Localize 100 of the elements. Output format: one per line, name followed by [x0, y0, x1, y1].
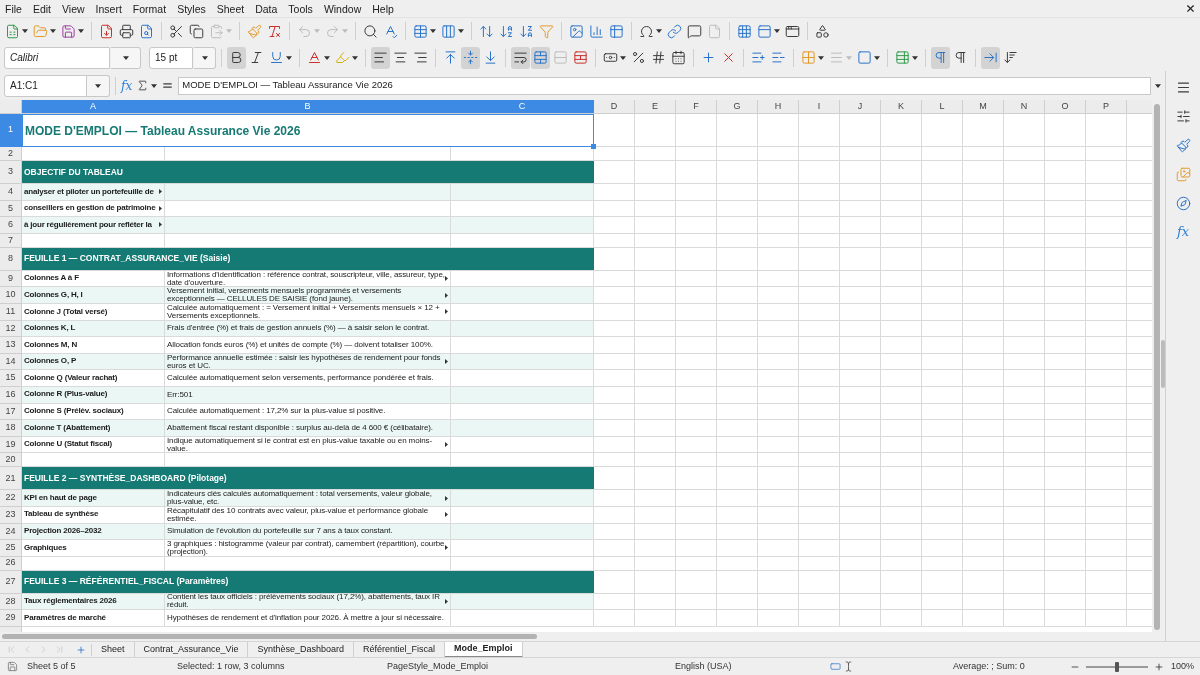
table-cell[interactable] — [22, 453, 165, 468]
caret-icon[interactable] — [324, 55, 330, 60]
caret-icon[interactable] — [78, 29, 84, 33]
caret-icon[interactable] — [774, 29, 780, 33]
align-left-button[interactable] — [371, 46, 390, 69]
bold-button[interactable] — [227, 46, 246, 69]
functions-button[interactable]: fx — [1172, 221, 1194, 243]
caret-icon[interactable] — [818, 55, 824, 60]
table-cell[interactable]: Calculée automatiquement selon versements, performance pondérée et frais. — [165, 370, 451, 386]
merge-cells-icon[interactable] — [533, 50, 548, 65]
menu-item[interactable]: Window — [323, 1, 362, 16]
table-cell[interactable]: Err:501 — [165, 386, 451, 403]
column-header[interactable]: N — [1004, 100, 1045, 113]
table-cell[interactable]: Hypothèses de rendement et d'inflation pour 2026. À mettre à jour si nécessaire. — [165, 610, 451, 626]
row-header[interactable]: 21 — [0, 467, 22, 491]
caret-icon[interactable] — [620, 55, 626, 60]
row-header[interactable]: 8 — [0, 247, 22, 271]
table-cell[interactable]: Tableau de synthèse — [22, 506, 165, 523]
caret-icon[interactable] — [458, 29, 464, 33]
menu-item[interactable]: Edit — [32, 1, 51, 16]
scrollbar-thumb[interactable] — [2, 634, 537, 639]
table-cell[interactable]: Colonne U (Statut fiscal) — [22, 436, 165, 453]
column-header[interactable]: B — [165, 100, 451, 113]
table-cell[interactable] — [451, 147, 594, 161]
column-header[interactable]: I — [799, 100, 840, 113]
menu-item[interactable]: File — [5, 1, 22, 16]
table-icon[interactable] — [413, 23, 428, 39]
font-size-field[interactable]: 15 pt — [149, 46, 193, 69]
table-cell[interactable]: Versement initial, versements mensuels programmés et versements exceptionnels — CELLULES DE SAISIE (fond jaune). — [165, 287, 451, 303]
table-cell[interactable]: Colonne R (Plus-value) — [22, 386, 165, 403]
column-header[interactable]: O — [1045, 100, 1086, 113]
caret-icon[interactable] — [22, 29, 28, 33]
indent-icon[interactable] — [751, 50, 766, 65]
row-header[interactable]: 13 — [0, 337, 22, 354]
column-header[interactable]: C — [451, 100, 594, 113]
row-header[interactable]: 22 — [0, 490, 22, 507]
plus-icon[interactable] — [701, 50, 716, 65]
merge-center-button[interactable] — [531, 46, 550, 69]
row-header[interactable]: 3 — [0, 161, 22, 184]
menu-item[interactable]: View — [62, 1, 85, 16]
menu-item[interactable]: Styles — [177, 1, 206, 16]
percent-icon[interactable] — [631, 50, 646, 65]
text-cursor-icon[interactable] — [843, 661, 854, 672]
table-cell[interactable]: Colonnes A à F — [22, 270, 165, 287]
title-cell[interactable]: MODE D'EMPLOI — Tableau Assurance Vie 2026 — [22, 114, 594, 147]
align-top-icon[interactable] — [443, 50, 458, 65]
row-header[interactable]: 27 — [0, 570, 22, 594]
row-header[interactable]: 1 — [0, 114, 22, 147]
row-header[interactable]: 4 — [0, 184, 22, 201]
table-cell[interactable]: Allocation fonds euros (%) et unités de compte (%) — doivent totaliser 100%. — [165, 337, 451, 353]
caret-icon[interactable] — [352, 55, 358, 60]
table-cell[interactable]: à jour régulièrement pour refléter la — [22, 217, 165, 233]
wrap-text-button[interactable] — [511, 46, 530, 69]
table-cell[interactable] — [165, 453, 451, 468]
align-left-icon[interactable] — [373, 50, 388, 65]
row-header[interactable]: 15 — [0, 370, 22, 387]
sheet-tab[interactable]: Sheet — [92, 641, 135, 658]
table-cell[interactable]: Colonne J (Total versé) — [22, 303, 165, 320]
center-vertical-icon[interactable] — [463, 50, 478, 65]
outdent-icon[interactable] — [771, 50, 786, 65]
sheet-tab[interactable]: Mode_Emploi — [445, 641, 523, 658]
column-header[interactable]: J — [840, 100, 881, 113]
caret-icon[interactable] — [286, 55, 292, 60]
row-header[interactable]: 2 — [0, 147, 22, 161]
center-vertically-button[interactable] — [461, 46, 480, 69]
font-name-field[interactable]: Calibri — [4, 46, 110, 69]
horizontal-text-button[interactable] — [981, 46, 1000, 69]
omega-icon[interactable] — [639, 23, 654, 39]
table-cell[interactable] — [165, 147, 451, 161]
caret-icon[interactable] — [1155, 83, 1162, 88]
save-icon[interactable] — [6, 661, 18, 672]
hash-icon[interactable] — [651, 50, 666, 65]
sheet-tab[interactable]: Contrat_Assurance_Vie — [134, 641, 249, 658]
caret-icon[interactable] — [122, 55, 129, 60]
arrow-right-icon[interactable] — [983, 50, 998, 65]
caret-icon[interactable] — [430, 29, 436, 33]
table-cell[interactable]: Colonnes K, L — [22, 320, 165, 337]
menu-item[interactable]: Help — [372, 1, 394, 16]
row-header[interactable]: 6 — [0, 217, 22, 234]
bold-icon[interactable] — [229, 50, 244, 65]
wrap-text-icon[interactable] — [513, 50, 528, 65]
table-cell[interactable]: analyser et piloter un portefeuille de — [22, 184, 165, 200]
name-box[interactable]: A1:C1 — [4, 74, 87, 97]
row-header[interactable]: 29 — [0, 610, 22, 627]
plus-icon[interactable] — [1154, 661, 1164, 672]
column-header[interactable]: K — [881, 100, 922, 113]
left-to-right-button[interactable] — [931, 46, 950, 69]
align-right-icon[interactable] — [413, 50, 428, 65]
table-cell[interactable]: Colonnes O, P — [22, 353, 165, 370]
align-center-icon[interactable] — [393, 50, 408, 65]
table-cell[interactable]: KPI en haut de page — [22, 490, 165, 506]
table-cell[interactable]: Colonne Q (Valeur rachat) — [22, 370, 165, 386]
table-cell[interactable]: Colonnes G, H, I — [22, 287, 165, 303]
split-cells-icon[interactable] — [573, 50, 588, 65]
table-cell[interactable]: Projection 2026–2032 — [22, 523, 165, 540]
pilcrow-icon[interactable] — [953, 50, 968, 65]
align-bottom-icon[interactable] — [483, 50, 498, 65]
function-wizard-button[interactable]: fx — [119, 78, 135, 93]
arrow-down-icon[interactable] — [1003, 50, 1018, 65]
menu-item[interactable]: Tools — [288, 1, 313, 16]
